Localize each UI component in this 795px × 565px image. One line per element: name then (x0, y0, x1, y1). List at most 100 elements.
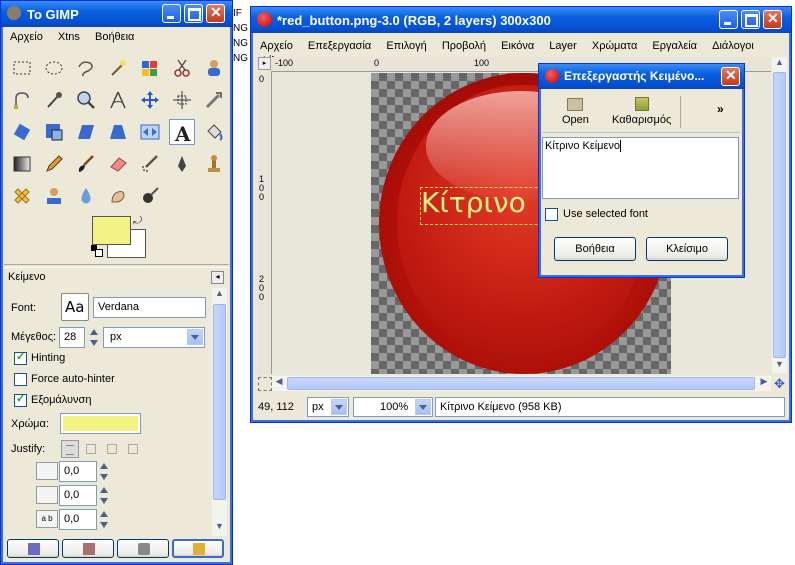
crop-tool-icon[interactable] (201, 87, 227, 113)
color-picker-tool-icon[interactable] (41, 87, 67, 113)
heal-tool-icon[interactable] (9, 183, 35, 209)
rect-select-tool-icon[interactable] (9, 55, 35, 81)
scroll-down-button[interactable]: ▼ (772, 359, 787, 373)
justify-fill-button[interactable] (124, 440, 142, 458)
measure-tool-icon[interactable] (105, 87, 131, 113)
move-tool-icon[interactable] (137, 87, 163, 113)
blur-tool-icon[interactable] (73, 183, 99, 209)
menu-view[interactable]: Προβολή (436, 37, 492, 52)
letter-spacing-spinner[interactable] (99, 510, 109, 530)
chevron-down-icon[interactable] (331, 399, 347, 415)
chevron-down-icon[interactable] (187, 329, 203, 345)
delete-options-button[interactable] (117, 539, 169, 558)
scroll-thumb[interactable] (287, 377, 755, 390)
scroll-thumb[interactable] (773, 72, 786, 358)
text-editor-titlebar[interactable]: Επεξεργαστής Κειμένο... ✕ (539, 64, 744, 89)
scroll-thumb[interactable] (213, 304, 226, 500)
menu-colors[interactable]: Χρώματα (586, 37, 643, 52)
lasso-tool-icon[interactable] (73, 55, 99, 81)
quick-mask-toggle[interactable] (258, 377, 272, 391)
smudge-tool-icon[interactable] (105, 183, 131, 209)
size-unit-select[interactable]: px (103, 327, 205, 348)
scissors-tool-icon[interactable] (169, 55, 195, 81)
chevron-down-icon[interactable] (415, 399, 431, 415)
navigate-icon[interactable]: ✥ (772, 376, 787, 391)
restore-options-button[interactable] (62, 539, 114, 558)
zoom-tool-icon[interactable] (73, 87, 99, 113)
toolbox-titlebar[interactable]: Το GIMP ✕ (1, 1, 232, 27)
bucket-fill-tool-icon[interactable] (201, 119, 227, 145)
unit-select[interactable]: px (307, 397, 349, 417)
scale-tool-icon[interactable] (41, 119, 67, 145)
font-preview-button[interactable]: Aa (61, 293, 89, 321)
text-tool-icon[interactable]: A (169, 119, 195, 145)
menu-dialogs[interactable]: Διάλογοι (706, 37, 760, 52)
maximize-button[interactable] (184, 4, 203, 23)
flip-tool-icon[interactable] (137, 119, 163, 145)
minimize-button[interactable] (162, 4, 181, 23)
close-button[interactable]: ✕ (206, 4, 225, 23)
menu-layer[interactable]: Layer (543, 37, 583, 52)
indent-spinner[interactable] (99, 462, 109, 482)
line-spacing-input[interactable]: 0,0 (59, 485, 97, 506)
size-input[interactable]: 28 (59, 327, 85, 348)
font-input[interactable]: Verdana (93, 297, 206, 318)
image-titlebar[interactable]: *red_button.png-3.0 (RGB, 2 layers) 300x… (251, 7, 791, 33)
eraser-tool-icon[interactable] (105, 151, 131, 177)
paintbrush-tool-icon[interactable] (73, 151, 99, 177)
default-colors-icon[interactable] (91, 245, 103, 257)
text-area[interactable]: Κίτρινο Κείμενο (542, 137, 739, 199)
justify-right-button[interactable] (82, 440, 100, 458)
scroll-up-button[interactable]: ▲ (772, 57, 787, 71)
scroll-right-button[interactable]: ▶ (757, 376, 771, 391)
shear-tool-icon[interactable] (73, 119, 99, 145)
ink-tool-icon[interactable] (169, 151, 195, 177)
indent-input[interactable]: 0,0 (59, 461, 97, 482)
toolbar-overflow-button[interactable]: » (717, 102, 733, 118)
perspective-clone-tool-icon[interactable] (41, 183, 67, 209)
save-options-button[interactable] (7, 539, 59, 558)
fuzzy-select-tool-icon[interactable] (105, 55, 131, 81)
image-vertical-scrollbar[interactable]: ▲ ▼ (772, 57, 787, 373)
menu-file[interactable]: Αρχείο (4, 28, 49, 43)
options-scrollbar[interactable]: ▲ ▼ (212, 288, 227, 536)
menu-help[interactable]: Βοήθεια (89, 28, 140, 43)
airbrush-tool-icon[interactable] (137, 151, 163, 177)
line-spacing-spinner[interactable] (99, 486, 109, 506)
dodge-burn-tool-icon[interactable] (137, 183, 163, 209)
swap-colors-icon[interactable]: ⤾ (133, 215, 142, 228)
zoom-select[interactable]: 100% (353, 397, 433, 417)
justify-center-button[interactable] (103, 440, 121, 458)
minimize-button[interactable] (719, 10, 738, 29)
maximize-button[interactable] (741, 10, 760, 29)
image-horizontal-scrollbar[interactable]: ◀ ▶ (272, 376, 771, 391)
use-selected-font-checkbox[interactable] (545, 208, 558, 221)
justify-left-button[interactable] (61, 440, 79, 458)
paths-tool-icon[interactable] (9, 87, 35, 113)
close-button[interactable]: ✕ (721, 67, 740, 86)
ruler-corner-button[interactable]: ▸ (258, 57, 271, 70)
text-color-button[interactable] (60, 413, 141, 434)
close-button[interactable]: ✕ (763, 10, 782, 29)
open-button[interactable]: Open (548, 94, 598, 130)
menu-file[interactable]: Αρχείο (254, 37, 299, 52)
menu-image[interactable]: Εικόνα (495, 37, 540, 52)
hinting-checkbox[interactable] (14, 350, 27, 365)
pencil-tool-icon[interactable] (41, 151, 67, 177)
force-autohinter-checkbox[interactable] (14, 373, 27, 386)
letter-spacing-input[interactable]: 0,0 (59, 509, 97, 530)
panel-menu-icon[interactable]: ◂ (211, 271, 224, 284)
align-tool-icon[interactable] (169, 87, 195, 113)
foreground-color-swatch-front[interactable] (92, 216, 131, 245)
scroll-left-button[interactable]: ◀ (272, 376, 286, 391)
blend-tool-icon[interactable] (9, 151, 35, 177)
menu-select[interactable]: Επιλογή (380, 37, 432, 52)
antialias-checkbox[interactable] (14, 392, 27, 407)
menu-tools[interactable]: Εργαλεία (646, 37, 703, 52)
clear-button[interactable]: Καθαρισμός (602, 94, 680, 130)
scroll-up-button[interactable]: ▲ (212, 288, 227, 303)
clone-tool-icon[interactable] (201, 151, 227, 177)
ellipse-select-tool-icon[interactable] (41, 55, 67, 81)
reset-options-button[interactable] (172, 539, 224, 558)
close-dialog-button[interactable]: Κλείσιμο (646, 237, 728, 261)
